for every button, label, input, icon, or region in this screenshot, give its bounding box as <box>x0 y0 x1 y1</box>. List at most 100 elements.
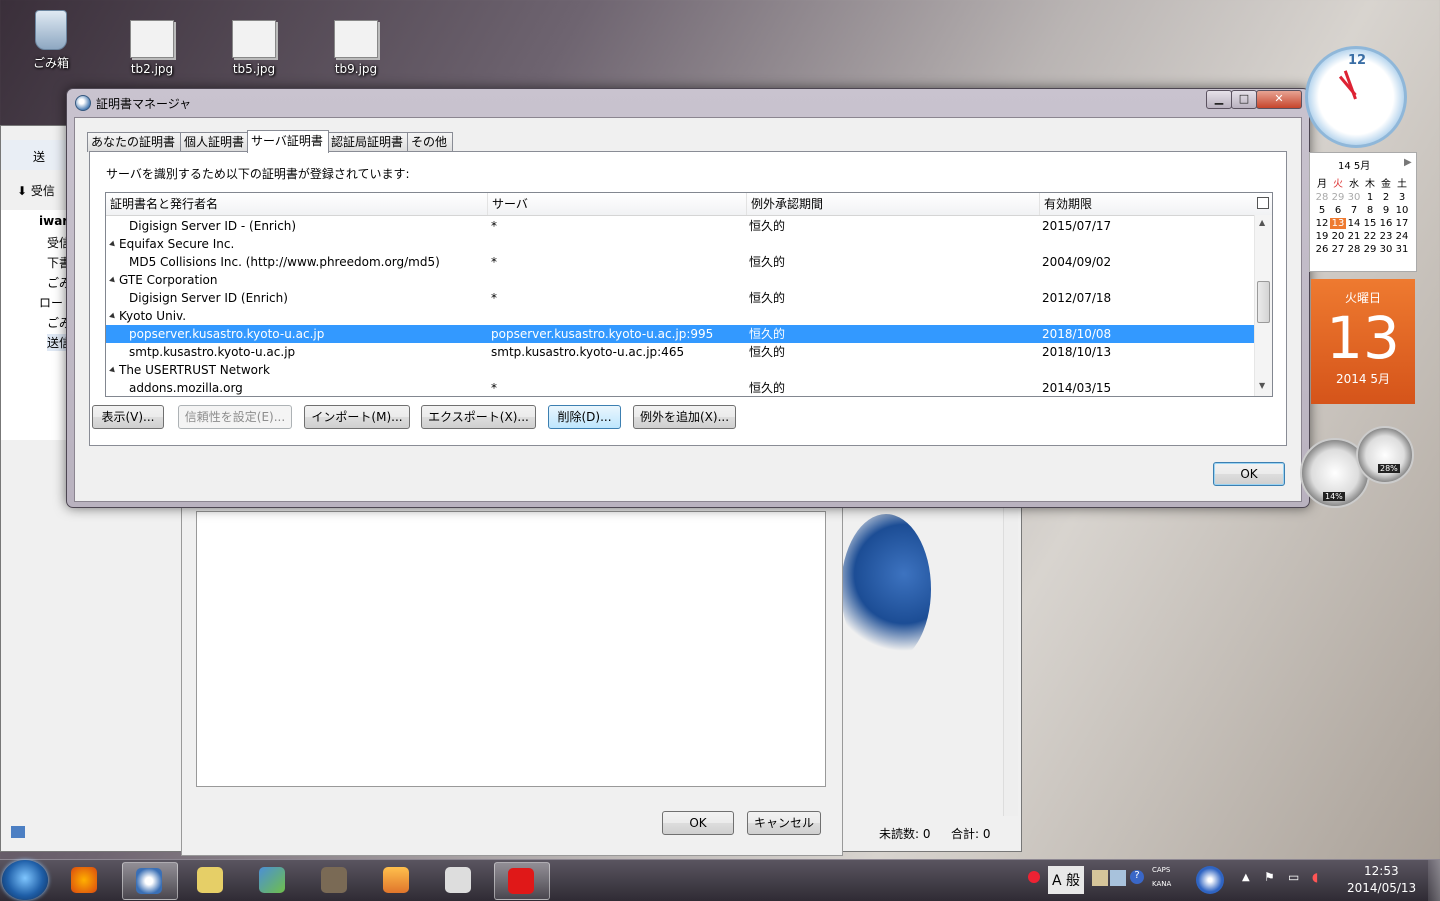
taskbar-thunderbird[interactable] <box>122 862 178 900</box>
minimize-button[interactable]: ▁ <box>1206 90 1232 109</box>
calendar-gadget[interactable]: 14 5月 ▶ 月 火 水 木 金 土 28 29 30 1 2 3 5 6 7… <box>1309 152 1417 272</box>
expanded-triangle-icon[interactable] <box>109 312 117 321</box>
column-picker-icon[interactable] <box>1257 197 1269 209</box>
calendar-day[interactable]: 6 <box>1330 205 1346 216</box>
column-cert-name[interactable]: 証明書名と発行者名 <box>106 193 488 215</box>
tab-server-certificates[interactable]: サーバ証明書 <box>247 130 329 153</box>
tb5-file-icon[interactable]: tb5.jpg <box>217 20 291 76</box>
calendar-day[interactable]: 8 <box>1362 205 1378 216</box>
tab-your-certificates[interactable]: あなたの証明書 <box>87 132 183 152</box>
tree-row-selected[interactable]: popserver.kusastro.kyoto-u.ac.jp popserv… <box>106 325 1255 343</box>
maximize-button[interactable]: □ <box>1231 90 1257 109</box>
add-exception-button[interactable]: 例外を追加(X)... <box>633 405 736 429</box>
settings-ok-button[interactable]: OK <box>662 811 734 835</box>
tree-group-row[interactable]: The USERTRUST Network <box>106 361 1255 379</box>
tab-authority-certificates[interactable]: 認証局証明書 <box>327 132 410 152</box>
calendar-today[interactable]: 13 <box>1330 218 1346 229</box>
recycle-bin-desktop-icon[interactable]: ごみ箱 <box>14 8 88 71</box>
calendar-day[interactable]: 12 <box>1314 218 1330 229</box>
tree-group-row[interactable]: Kyoto Univ. <box>106 307 1255 325</box>
column-server[interactable]: サーバ <box>488 193 747 215</box>
certificate-tree[interactable]: 証明書名と発行者名 サーバ 例外承認期間 有効期限 Digisign Serve… <box>105 192 1273 397</box>
calendar-day[interactable]: 24 <box>1394 231 1410 242</box>
tree-row[interactable]: MD5 Collisions Inc. (http://www.phreedom… <box>106 253 1255 271</box>
taskbar-x-server[interactable] <box>432 862 486 898</box>
notification-icon[interactable] <box>1028 871 1040 883</box>
calendar-day[interactable]: 16 <box>1378 218 1394 229</box>
account-item[interactable]: iwar <box>39 214 68 228</box>
close-button[interactable]: ✕ <box>1256 90 1302 109</box>
calendar-day[interactable]: 27 <box>1330 244 1346 255</box>
import-button[interactable]: インポート(M)... <box>304 405 410 429</box>
volume-muted-icon[interactable]: ◖ <box>1312 870 1318 884</box>
calendar-day[interactable]: 17 <box>1394 218 1410 229</box>
calendar-day[interactable]: 30 <box>1346 192 1362 203</box>
calendar-day[interactable]: 29 <box>1330 192 1346 203</box>
flag-icon[interactable]: ⚑ <box>1264 870 1275 884</box>
view-button[interactable]: 表示(V)... <box>92 405 164 429</box>
calendar-day[interactable]: 15 <box>1362 218 1378 229</box>
settings-cancel-button[interactable]: キャンセル <box>747 811 821 835</box>
calendar-day[interactable]: 23 <box>1378 231 1394 242</box>
scroll-down-arrow-icon[interactable]: ▼ <box>1259 381 1265 390</box>
expanded-triangle-icon[interactable] <box>109 240 117 249</box>
calendar-day[interactable]: 10 <box>1394 205 1410 216</box>
tree-row[interactable]: smtp.kusastro.kyoto-u.ac.jp smtp.kusastr… <box>106 343 1255 361</box>
power-icon[interactable]: ▭ <box>1288 870 1299 884</box>
calendar-day[interactable]: 7 <box>1346 205 1362 216</box>
info-icon[interactable] <box>1196 866 1224 894</box>
taskbar-terminal[interactable] <box>184 862 238 898</box>
calendar-day[interactable]: 5 <box>1314 205 1330 216</box>
calendar-day[interactable]: 19 <box>1314 231 1330 242</box>
send-toolbar-label[interactable]: 送 <box>33 148 45 165</box>
tb2-file-icon[interactable]: tb2.jpg <box>115 20 189 76</box>
calendar-day[interactable]: 20 <box>1330 231 1346 242</box>
clock-gadget[interactable]: 12 <box>1305 46 1407 148</box>
taskbar-app-red[interactable] <box>494 862 550 900</box>
column-exception-period[interactable]: 例外承認期間 <box>747 193 1040 215</box>
scrollbar-thumb[interactable] <box>1257 281 1270 323</box>
clock-date[interactable]: 2014/05/13 <box>1347 881 1416 895</box>
calendar-day[interactable]: 21 <box>1346 231 1362 242</box>
column-expiry[interactable]: 有効期限 <box>1040 193 1250 215</box>
mail-scrollbar[interactable] <box>1003 506 1018 816</box>
calendar-day[interactable]: 26 <box>1314 244 1330 255</box>
show-hidden-icons[interactable]: ▲ <box>1242 872 1250 883</box>
tab-personal-certificates[interactable]: 個人証明書 <box>180 132 251 152</box>
calendar-day[interactable]: 29 <box>1362 244 1378 255</box>
tree-group-row[interactable]: GTE Corporation <box>106 271 1255 289</box>
ime-tool-icon[interactable] <box>1092 870 1108 886</box>
calendar-day[interactable]: 1 <box>1362 192 1378 203</box>
tree-row[interactable]: Digisign Server ID - (Enrich) * 恒久的 2015… <box>106 217 1255 235</box>
calendar-day[interactable]: 28 <box>1314 192 1330 203</box>
export-button[interactable]: エクスポート(X)... <box>421 405 536 429</box>
taskbar-firefox[interactable] <box>58 862 112 898</box>
date-card-gadget[interactable]: 火曜日 13 2014 5月 <box>1311 279 1415 404</box>
calendar-day[interactable]: 28 <box>1346 244 1362 255</box>
tb9-file-icon[interactable]: tb9.jpg <box>319 20 393 76</box>
scroll-up-arrow-icon[interactable]: ▲ <box>1259 218 1265 227</box>
taskbar-gimp[interactable] <box>308 862 362 898</box>
expanded-triangle-icon[interactable] <box>109 366 117 375</box>
tab-others[interactable]: その他 <box>407 132 453 152</box>
calendar-day[interactable]: 2 <box>1378 192 1394 203</box>
help-icon[interactable]: ? <box>1130 870 1144 884</box>
tree-row[interactable]: Digisign Server ID (Enrich) * 恒久的 2012/0… <box>106 289 1255 307</box>
clock-time[interactable]: 12:53 <box>1364 864 1399 878</box>
taskbar-media[interactable] <box>370 862 424 898</box>
calendar-day[interactable]: 14 <box>1346 218 1362 229</box>
local-folders-item[interactable]: ロー <box>39 294 63 311</box>
memory-meter-gadget[interactable]: 28% <box>1356 426 1414 484</box>
set-trust-button[interactable]: 信頼性を設定(E)... <box>178 405 292 429</box>
ime-dictionary-icon[interactable] <box>1110 870 1126 886</box>
tree-row[interactable]: addons.mozilla.org * 恒久的 2014/03/15 <box>106 379 1255 396</box>
calendar-day[interactable]: 22 <box>1362 231 1378 242</box>
receive-button[interactable]: ⬇ 受信 <box>17 182 55 199</box>
taskbar-network[interactable] <box>246 862 300 898</box>
calendar-day[interactable]: 30 <box>1378 244 1394 255</box>
ime-indicator[interactable]: A 般 <box>1048 866 1085 894</box>
calendar-day[interactable]: 31 <box>1394 244 1410 255</box>
tree-group-row[interactable]: Equifax Secure Inc. <box>106 235 1255 253</box>
dialog-ok-button[interactable]: OK <box>1213 462 1285 486</box>
calendar-day[interactable]: 9 <box>1378 205 1394 216</box>
